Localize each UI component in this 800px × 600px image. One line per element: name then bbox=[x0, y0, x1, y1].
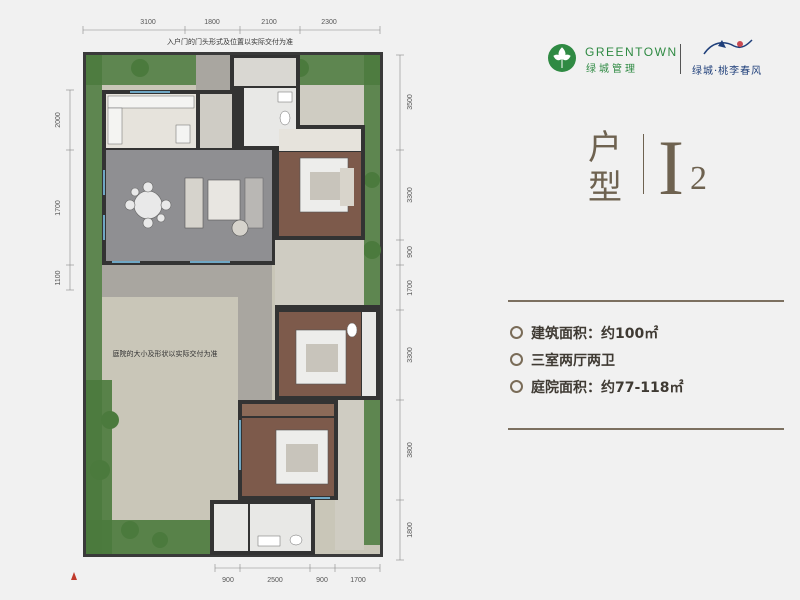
project-logo-icon bbox=[703, 39, 753, 55]
dim-left-1: 2000 bbox=[55, 112, 62, 128]
unit-code-number: 2 bbox=[690, 160, 707, 197]
spec-layout: 三室两厅两卫 bbox=[531, 353, 615, 369]
dim-right-2: 3300 bbox=[407, 187, 414, 203]
bed-master bbox=[299, 157, 354, 213]
bed-third bbox=[275, 429, 329, 485]
spec-top-rule bbox=[508, 300, 784, 302]
dim-bottom-4: 1700 bbox=[350, 577, 366, 584]
dim-bottom-3: 900 bbox=[316, 577, 328, 584]
brand-name-cn: 绿城管理 bbox=[586, 64, 638, 75]
entry-door-note: 入户门的门头形式及位置以实际交付为准 bbox=[167, 37, 293, 46]
dim-top-3: 2100 bbox=[261, 19, 277, 26]
dim-bottom-1: 900 bbox=[222, 577, 234, 584]
spec-bottom-rule bbox=[508, 428, 784, 430]
dim-right-1: 3500 bbox=[407, 94, 414, 110]
brand-divider bbox=[680, 44, 681, 74]
terrace-paving bbox=[102, 265, 272, 297]
unit-code-letter: I bbox=[658, 124, 684, 211]
bed-second bbox=[295, 329, 347, 385]
side-path bbox=[238, 297, 272, 407]
spec-yard-area: 庭院面积：约77-118㎡ bbox=[531, 380, 684, 396]
spec-row-area: 建筑面积：约100㎡ bbox=[510, 323, 658, 343]
brand-name-en: GREENTOWN bbox=[585, 45, 678, 59]
bullet-icon bbox=[510, 379, 523, 393]
side-yard bbox=[275, 240, 364, 310]
unit-label: 户型 bbox=[588, 128, 622, 208]
project-name: 绿城·桃李春风 bbox=[692, 66, 763, 77]
dim-top-4: 2300 bbox=[321, 19, 337, 26]
spec-row-rooms: 三室两厅两卫 bbox=[510, 350, 615, 370]
north-arrow-icon bbox=[71, 572, 77, 580]
greentown-logo-icon bbox=[548, 44, 576, 72]
title-divider bbox=[643, 134, 644, 194]
bullet-icon bbox=[510, 325, 523, 339]
bullet-icon bbox=[510, 352, 523, 366]
spec-row-yard: 庭院面积：约77-118㎡ bbox=[510, 377, 684, 397]
dim-right-5: 3300 bbox=[407, 347, 414, 363]
dim-bottom-2: 2500 bbox=[267, 577, 283, 584]
dim-right-7: 1800 bbox=[407, 522, 414, 538]
rear-yard bbox=[335, 400, 364, 550]
dim-left-2: 1700 bbox=[55, 200, 62, 216]
dim-right-6: 3800 bbox=[407, 442, 414, 458]
dim-top-2: 1800 bbox=[204, 19, 220, 26]
dim-top-1: 3100 bbox=[140, 19, 156, 26]
dim-left-3: 1100 bbox=[55, 270, 62, 285]
dim-right-3: 900 bbox=[407, 246, 414, 258]
spec-building-area: 建筑面积：约100㎡ bbox=[531, 326, 659, 342]
dim-right-4: 1700 bbox=[407, 280, 414, 296]
yard-note: 庭院的大小及形状以实际交付为准 bbox=[113, 349, 218, 358]
